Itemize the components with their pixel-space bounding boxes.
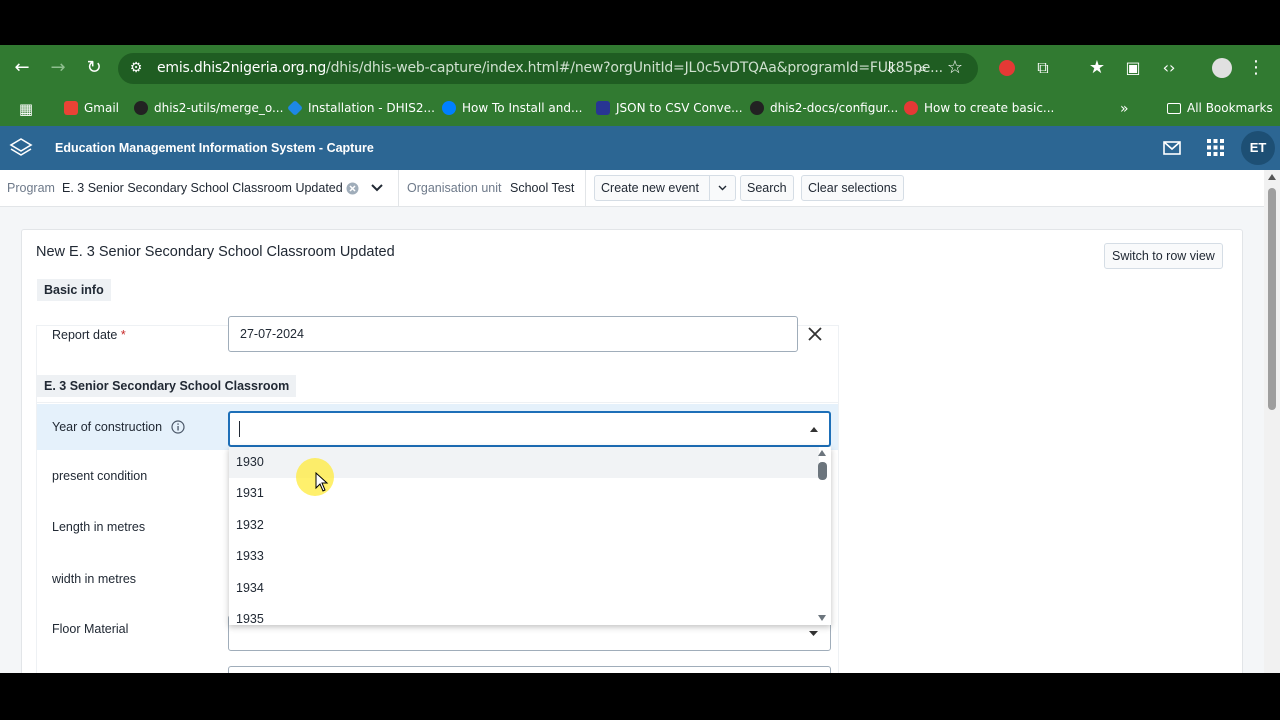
scroll-down-icon[interactable] (818, 615, 826, 621)
tab-layout-icon[interactable]: ▣ (1122, 57, 1144, 79)
width-label: width in metres (52, 572, 137, 586)
orgunit-label: Organisation unit (407, 181, 502, 195)
option-1935[interactable]: 1935 (229, 604, 819, 625)
floor-material-label: Floor Material (52, 622, 129, 636)
github-icon (750, 101, 764, 115)
scroll-up-icon[interactable] (818, 450, 826, 456)
forward-icon[interactable]: → (47, 57, 69, 79)
scope-selector-bar: Program E. 3 Senior Secondary School Cla… (0, 170, 1264, 207)
apps-grid-icon[interactable]: ▦ (15, 98, 37, 120)
app-header: Education Management Information System … (0, 126, 1280, 170)
report-date-label: Report date * (52, 328, 126, 342)
converter-icon (596, 101, 610, 115)
dropdown-scrollbar-thumb[interactable] (818, 462, 827, 480)
folder-icon (1167, 102, 1181, 114)
option-1933[interactable]: 1933 (229, 541, 819, 572)
option-1932[interactable]: 1932 (229, 510, 819, 541)
create-new-event-button[interactable]: Create new event (594, 175, 736, 201)
user-avatar[interactable]: ET (1241, 131, 1275, 165)
basic-info-heading: Basic info (37, 279, 111, 301)
bookmarks-bar: ▦ Gmail dhis2-utils/merge_o... Installat… (0, 92, 1280, 126)
form-title: New E. 3 Senior Secondary School Classro… (36, 244, 395, 260)
clear-program-icon[interactable] (346, 182, 359, 195)
extensions-icon[interactable]: ⧉ (1032, 57, 1054, 79)
digitalocean-icon (442, 101, 456, 115)
option-1934[interactable]: 1934 (229, 573, 819, 604)
switch-to-row-view-button[interactable]: Switch to row view (1104, 243, 1223, 269)
scroll-up-icon[interactable] (1268, 174, 1276, 180)
bookmark-installation[interactable]: Installation - DHIS2... (287, 100, 435, 116)
bookmark-json-csv[interactable]: JSON to CSV Conve... (596, 101, 743, 115)
info-icon[interactable] (171, 420, 185, 434)
chevron-down-icon[interactable] (809, 631, 818, 637)
install-icon[interactable]: ⇩ (880, 57, 902, 79)
reload-icon[interactable]: ↻ (83, 57, 105, 79)
github-icon (134, 101, 148, 115)
page-scrollbar[interactable] (1264, 170, 1280, 673)
year-of-construction-combobox[interactable] (228, 411, 831, 447)
year-of-construction-label: Year of construction (52, 420, 163, 434)
bookmark-how-to-create[interactable]: How to create basic... (904, 101, 1054, 115)
program-label: Program (7, 181, 55, 195)
length-label: Length in metres (52, 520, 146, 534)
dhis2-logo-icon[interactable] (9, 136, 33, 160)
search-button[interactable]: Search (740, 175, 794, 201)
dhis2-icon (287, 100, 303, 116)
classroom-section-heading: E. 3 Senior Secondary School Classroom (37, 375, 297, 397)
browser-toolbar: ← → ↻ ⚙ emis.dhis2nigeria.org.ng/dhis/dh… (0, 45, 1280, 92)
back-icon[interactable]: ← (11, 57, 33, 79)
text-caret (239, 421, 240, 437)
bookmark-dhis2-docs[interactable]: dhis2-docs/configur... (750, 101, 898, 115)
split-divider (709, 176, 710, 200)
zoom-icon[interactable]: ⌕ (912, 57, 934, 79)
bookmark-how-to-install[interactable]: How To Install and... (442, 101, 582, 115)
clear-date-icon[interactable] (806, 325, 824, 343)
profile-avatar-icon[interactable] (1211, 57, 1233, 79)
program-chevron-down-icon[interactable] (371, 184, 383, 192)
program-value[interactable]: E. 3 Senior Secondary School Classroom U… (62, 181, 343, 195)
extension-red-icon[interactable] (996, 57, 1018, 79)
caret-up-icon[interactable] (810, 427, 818, 432)
app-title: Education Management Information System … (55, 141, 374, 155)
menu-dots-icon[interactable]: ⋮ (1245, 57, 1267, 79)
next-field[interactable] (228, 666, 831, 673)
report-date-field[interactable]: 27-07-2024 (228, 316, 798, 352)
present-condition-label: present condition (52, 469, 148, 483)
mouse-pointer-icon (315, 472, 329, 492)
bookmark-dhis2-utils[interactable]: dhis2-utils/merge_o... (134, 101, 283, 115)
page-scrollbar-thumb[interactable] (1268, 188, 1276, 410)
gmail-icon (64, 101, 78, 115)
bookmark-gmail[interactable]: Gmail (64, 101, 119, 115)
divider (398, 170, 399, 207)
site-info-icon[interactable]: ⚙ (125, 57, 147, 79)
url-text[interactable]: emis.dhis2nigeria.org.ng/dhis/dhis-web-c… (157, 60, 943, 76)
messages-icon[interactable] (1163, 140, 1181, 156)
browser-window: ← → ↻ ⚙ emis.dhis2nigeria.org.ng/dhis/dh… (0, 45, 1280, 673)
star-icon[interactable]: ☆ (944, 57, 966, 79)
more-bookmarks-chevron[interactable]: » (1120, 101, 1129, 117)
chevron-down-icon[interactable] (718, 185, 727, 191)
divider (585, 170, 586, 207)
clear-selections-button[interactable]: Clear selections (801, 175, 904, 201)
bookmark-star-icon[interactable]: ★ (1086, 57, 1108, 79)
all-bookmarks[interactable]: All Bookmarks (1167, 101, 1273, 115)
orgunit-value[interactable]: School Test (510, 181, 574, 195)
devtools-icon[interactable]: ‹› (1158, 57, 1180, 79)
apps-menu-icon[interactable] (1207, 139, 1224, 156)
red-site-icon (904, 101, 918, 115)
